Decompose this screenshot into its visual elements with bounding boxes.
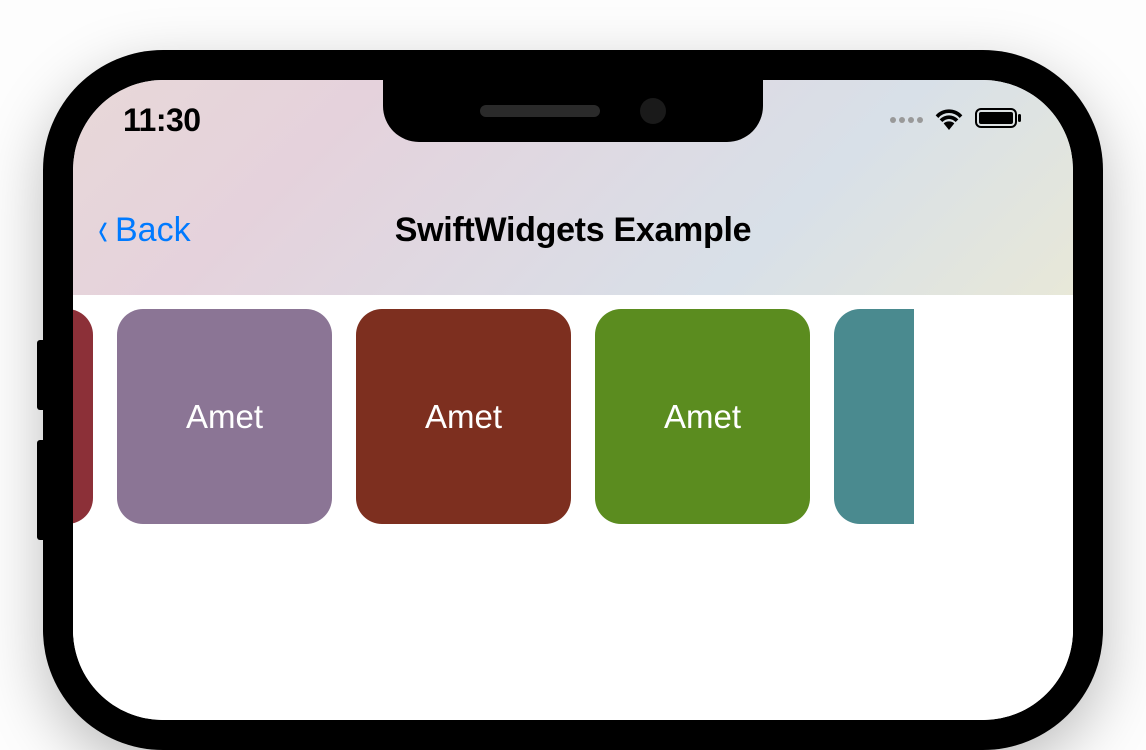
card-label: Amet — [425, 398, 502, 436]
card-item[interactable]: Amet — [595, 309, 810, 524]
phone-frame: 11:30 — [43, 50, 1103, 750]
back-button[interactable]: ‹ Back — [95, 206, 191, 254]
status-icons — [890, 106, 1023, 135]
navigation-bar: ‹ Back SwiftWidgets Example — [73, 190, 1073, 270]
back-label: Back — [115, 211, 191, 250]
chevron-left-icon: ‹ — [98, 206, 108, 254]
card-label: Amet — [664, 398, 741, 436]
card-item[interactable]: Amet — [356, 309, 571, 524]
status-bar: 11:30 — [73, 80, 1073, 160]
card-item[interactable]: Amet — [117, 309, 332, 524]
content-area: Amet Amet Amet — [73, 295, 1073, 720]
page-title: SwiftWidgets Example — [395, 211, 751, 250]
phone-screen: 11:30 — [73, 80, 1073, 720]
cellular-icon — [890, 117, 923, 123]
card-scroll-view[interactable]: Amet Amet Amet — [73, 295, 1003, 538]
status-time: 11:30 — [123, 102, 201, 139]
battery-icon — [975, 106, 1023, 135]
card-item[interactable] — [834, 309, 914, 524]
card-label: Amet — [186, 398, 263, 436]
card-item[interactable] — [73, 309, 93, 524]
wifi-icon — [933, 106, 965, 135]
